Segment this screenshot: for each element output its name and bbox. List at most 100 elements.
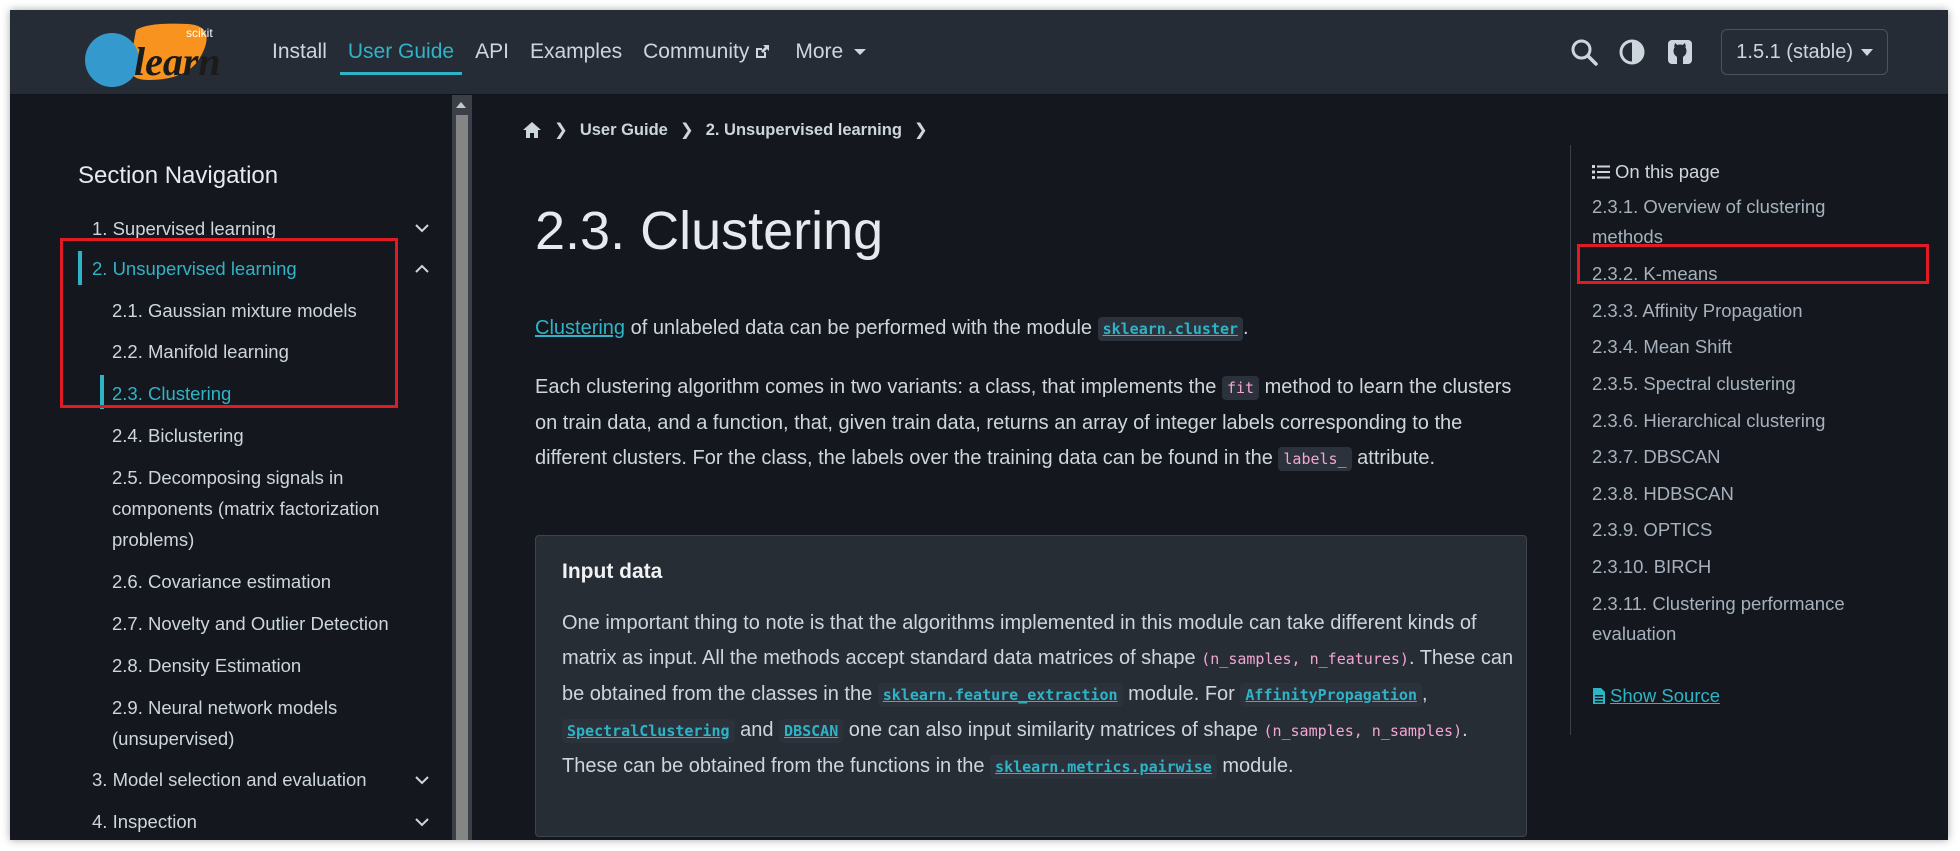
- sidebar-item-inspection[interactable]: 4. Inspection: [92, 806, 197, 837]
- sidebar-item-novelty-outlier[interactable]: 2.7. Novelty and Outlier Detection: [112, 608, 389, 639]
- metrics-pairwise-link[interactable]: sklearn.metrics.pairwise: [990, 755, 1217, 779]
- toc-item-birch[interactable]: 2.3.10. BIRCH: [1592, 552, 1892, 582]
- navbar-actions: 1.5.1 (stable): [1567, 27, 1888, 77]
- intro-paragraph: Clustering of unlabeled data can be perf…: [535, 311, 1535, 347]
- svg-text:learn: learn: [134, 39, 221, 84]
- sidebar-item-supervised-learning[interactable]: 1. Supervised learning: [92, 213, 276, 244]
- toc-item-affinity-propagation[interactable]: 2.3.3. Affinity Propagation: [1592, 296, 1892, 326]
- intro-text: of unlabeled data can be performed with …: [625, 317, 1098, 339]
- sidebar-item-clustering[interactable]: 2.3. Clustering: [112, 378, 231, 409]
- toc-item-performance-evaluation[interactable]: 2.3.11. Clustering performance evaluatio…: [1592, 589, 1852, 649]
- chevron-down-icon[interactable]: [414, 814, 430, 830]
- nav-community[interactable]: Community: [643, 10, 770, 94]
- toc-title-label: On this page: [1615, 161, 1720, 182]
- github-button[interactable]: [1663, 35, 1697, 69]
- theme-toggle-icon: [1619, 39, 1645, 65]
- adm-text-c: module. For: [1122, 683, 1241, 705]
- variants-text-a: Each clustering algorithm comes in two v…: [535, 376, 1222, 398]
- version-switcher[interactable]: 1.5.1 (stable): [1721, 29, 1888, 75]
- theme-toggle-button[interactable]: [1615, 35, 1649, 69]
- home-icon[interactable]: [522, 121, 542, 139]
- show-source-link[interactable]: Show Source: [1592, 685, 1720, 707]
- toc-item-mean-shift[interactable]: 2.3.4. Mean Shift: [1592, 332, 1892, 362]
- version-label: 1.5.1 (stable): [1736, 40, 1853, 63]
- affinity-propagation-link[interactable]: AffinityPropagation: [1240, 683, 1422, 707]
- search-icon: [1571, 39, 1599, 66]
- similarity-shape-code: (n_samples, n_samples): [1263, 722, 1463, 740]
- toc-item-hdbscan[interactable]: 2.3.8. HDBSCAN: [1592, 479, 1892, 509]
- dbscan-link[interactable]: DBSCAN: [779, 719, 844, 743]
- adm-text-f: module.: [1216, 755, 1294, 777]
- sidebar-item-density-estimation[interactable]: 2.8. Density Estimation: [112, 650, 301, 681]
- toc-item-spectral-clustering[interactable]: 2.3.5. Spectral clustering: [1592, 369, 1892, 399]
- sidebar-item-neural-network-models[interactable]: 2.9. Neural network models (unsupervised…: [112, 692, 382, 754]
- active-indicator: [78, 251, 82, 285]
- nav-examples-label: Examples: [529, 40, 623, 63]
- active-indicator: [100, 375, 104, 409]
- nav-api[interactable]: API: [475, 10, 509, 94]
- page-title: 2.3. Clustering: [535, 201, 884, 261]
- adm-comma: ,: [1421, 683, 1428, 705]
- variants-paragraph: Each clustering algorithm comes in two v…: [535, 370, 1535, 477]
- breadcrumb-unsupervised-learning[interactable]: 2. Unsupervised learning: [706, 121, 902, 140]
- sidebar-item-decomposing-signals[interactable]: 2.5. Decomposing signals in components (…: [112, 462, 412, 555]
- sidebar-item-gaussian-mixture[interactable]: 2.1. Gaussian mixture models: [112, 295, 357, 326]
- section-navigation-sidebar: Section Navigation 1. Supervised learnin…: [10, 95, 450, 840]
- list-icon: [1592, 165, 1610, 179]
- browser-frame: scikit learn Install User Guide API Exam…: [10, 10, 1948, 840]
- breadcrumb-separator-icon: ❯: [913, 121, 928, 139]
- scikit-learn-logo[interactable]: scikit learn: [78, 18, 264, 90]
- breadcrumb: ❯ User Guide ❯ 2. Unsupervised learning …: [522, 120, 940, 140]
- nav-api-label: API: [475, 40, 509, 63]
- toc-item-overview[interactable]: 2.3.1. Overview of clustering methods: [1592, 192, 1842, 252]
- toc-item-k-means[interactable]: 2.3.2. K-means: [1592, 259, 1892, 289]
- main-nav: Install User Guide API Examples Communit…: [272, 10, 888, 94]
- chevron-up-icon[interactable]: [414, 261, 430, 277]
- main-content: ❯ User Guide ❯ 2. Unsupervised learning …: [472, 95, 1572, 840]
- clustering-link[interactable]: Clustering: [535, 317, 625, 339]
- scikit-learn-logo-icon: scikit learn: [85, 23, 221, 87]
- adm-and: and: [734, 719, 780, 741]
- file-icon: [1593, 688, 1605, 704]
- shape-code: (n_samples, n_features): [1201, 650, 1409, 668]
- toc-item-hierarchical-clustering[interactable]: 2.3.6. Hierarchical clustering: [1592, 406, 1892, 436]
- adm-text-d: one can also input similarity matrices o…: [843, 719, 1264, 741]
- show-source-label: Show Source: [1610, 685, 1721, 706]
- nav-user-guide[interactable]: User Guide: [339, 10, 463, 94]
- breadcrumb-separator-icon: ❯: [679, 121, 694, 139]
- toc-divider: [1570, 145, 1571, 735]
- admonition-body: One important thing to note is that the …: [562, 606, 1517, 785]
- nav-more-dropdown[interactable]: More: [795, 10, 867, 94]
- sidebar-item-biclustering[interactable]: 2.4. Biclustering: [112, 420, 244, 451]
- sidebar-scrollbar-thumb[interactable]: [456, 115, 468, 840]
- sidebar-item-unsupervised-learning[interactable]: 2. Unsupervised learning: [92, 253, 297, 284]
- admonition-title: Input data: [562, 560, 663, 583]
- toc-item-dbscan[interactable]: 2.3.7. DBSCAN: [1592, 442, 1892, 472]
- sidebar-title: Section Navigation: [78, 162, 279, 189]
- toc-title: On this page: [1592, 161, 1720, 183]
- nav-user-guide-label: User Guide: [347, 40, 455, 63]
- chevron-down-icon[interactable]: [414, 220, 430, 236]
- caret-down-icon: [1861, 48, 1873, 56]
- on-this-page-toc: On this page 2.3.1. Overview of clusteri…: [1570, 95, 1948, 840]
- sidebar-item-manifold-learning[interactable]: 2.2. Manifold learning: [112, 336, 289, 367]
- fit-code: fit: [1221, 376, 1260, 400]
- feature-extraction-link[interactable]: sklearn.feature_extraction: [877, 683, 1123, 707]
- breadcrumb-user-guide[interactable]: User Guide: [580, 121, 668, 140]
- chevron-down-icon[interactable]: [414, 772, 430, 788]
- intro-end: .: [1243, 317, 1249, 339]
- sidebar-item-model-selection[interactable]: 3. Model selection and evaluation: [92, 764, 367, 795]
- sklearn-cluster-link[interactable]: sklearn.cluster: [1097, 317, 1244, 341]
- caret-down-icon: [854, 49, 867, 55]
- nav-more-label: More: [795, 40, 844, 63]
- search-button[interactable]: [1567, 35, 1601, 69]
- variants-text-c: attribute.: [1351, 447, 1436, 469]
- nav-install[interactable]: Install: [272, 10, 327, 94]
- scroll-up-arrow-icon[interactable]: [456, 102, 466, 108]
- sidebar-item-covariance-estimation[interactable]: 2.6. Covariance estimation: [112, 566, 331, 597]
- spectral-clustering-link[interactable]: SpectralClustering: [562, 719, 735, 743]
- nav-install-label: Install: [272, 40, 327, 63]
- github-icon: [1668, 40, 1693, 64]
- toc-item-optics[interactable]: 2.3.9. OPTICS: [1592, 515, 1892, 545]
- nav-examples[interactable]: Examples: [530, 10, 622, 94]
